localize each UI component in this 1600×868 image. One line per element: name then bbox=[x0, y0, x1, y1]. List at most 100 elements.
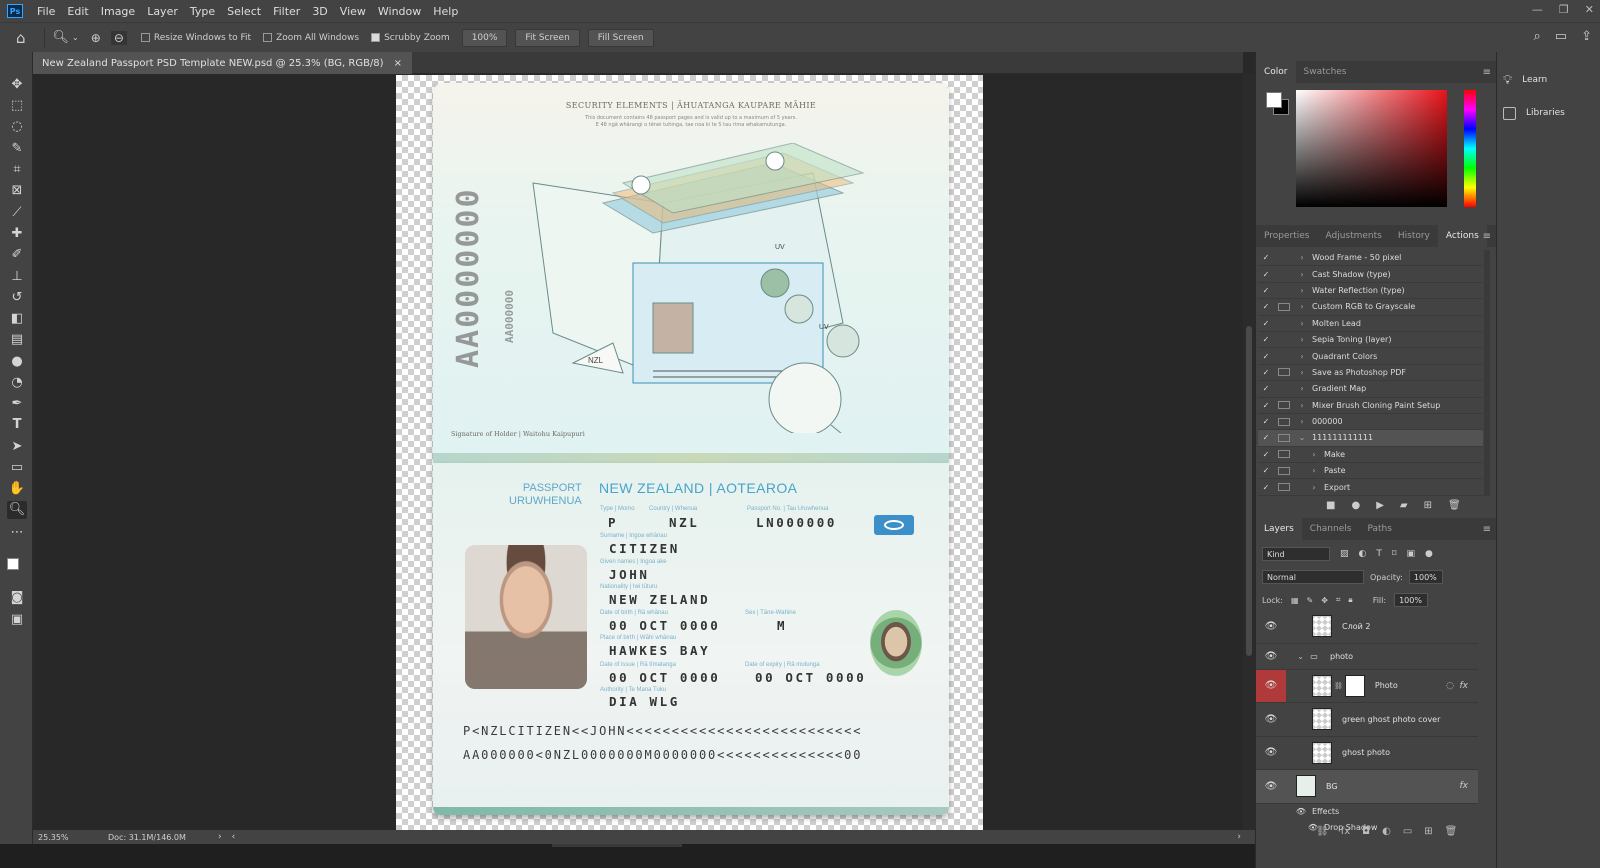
action-row[interactable]: ✓ › Custom RGB to Grayscale bbox=[1258, 299, 1483, 316]
menu-view[interactable]: View bbox=[334, 5, 372, 18]
fill-input[interactable]: 100% bbox=[1394, 593, 1429, 607]
chevron-right-icon[interactable]: › bbox=[1308, 466, 1320, 475]
minimize-icon[interactable]: — bbox=[1532, 3, 1543, 16]
eye-icon[interactable]: 👁︎ bbox=[1256, 644, 1286, 669]
menu-window[interactable]: Window bbox=[372, 5, 427, 18]
action-row[interactable]: ✓ › Save as Photoshop PDF bbox=[1258, 365, 1483, 382]
new-layer-icon[interactable]: ⊞ bbox=[1424, 826, 1432, 837]
chevron-right-icon[interactable]: › bbox=[1296, 270, 1308, 279]
lock-artboard-icon[interactable]: ⌗ bbox=[1336, 595, 1341, 605]
chevron-down-icon[interactable]: ⌄ bbox=[1296, 433, 1308, 442]
eyedropper-tool-icon[interactable]: ⟋ bbox=[7, 204, 27, 222]
fit-screen-button[interactable]: Fit Screen bbox=[515, 28, 580, 47]
eraser-tool-icon[interactable]: ◧ bbox=[7, 310, 27, 328]
restore-icon[interactable]: ❐ bbox=[1559, 3, 1569, 16]
action-row[interactable]: ✓ › Export bbox=[1258, 479, 1483, 496]
rectangle-tool-icon[interactable]: ▭ bbox=[7, 459, 27, 477]
play-icon[interactable]: ▶ bbox=[1376, 500, 1384, 511]
menu-select[interactable]: Select bbox=[221, 5, 267, 18]
check-icon[interactable]: ✓ bbox=[1258, 352, 1274, 361]
screen-mode-icon[interactable]: ▣ bbox=[7, 611, 27, 629]
check-icon[interactable]: ✓ bbox=[1258, 253, 1274, 262]
chevron-right-icon[interactable]: › bbox=[1296, 319, 1308, 328]
lock-position-icon[interactable]: ✥ bbox=[1321, 596, 1328, 605]
dialog-toggle-icon[interactable] bbox=[1278, 466, 1290, 475]
check-icon[interactable]: ✓ bbox=[1258, 319, 1274, 328]
check-icon[interactable]: ✓ bbox=[1258, 368, 1274, 377]
check-icon[interactable]: ✓ bbox=[1258, 417, 1274, 426]
pen-tool-icon[interactable]: ✒ bbox=[7, 395, 27, 413]
zoom-tool-preset-icon[interactable]: 🔍︎ bbox=[53, 30, 70, 45]
trash-icon[interactable]: 🗑︎ bbox=[1445, 826, 1458, 837]
quick-selection-tool-icon[interactable]: ✎ bbox=[7, 140, 27, 158]
zoom-out-icon[interactable]: ⊖ bbox=[110, 30, 127, 45]
eye-icon[interactable]: 👁︎ bbox=[1256, 669, 1286, 702]
hue-slider[interactable] bbox=[1464, 90, 1476, 207]
action-row[interactable]: ✓ › Sepia Toning (layer) bbox=[1258, 332, 1483, 349]
eye-icon[interactable]: 👁︎ bbox=[1256, 610, 1286, 643]
eye-icon[interactable]: 👁︎ bbox=[1256, 807, 1306, 816]
resize-windows-checkbox[interactable]: Resize Windows to Fit bbox=[140, 33, 251, 43]
zoom-in-icon[interactable]: ⊕ bbox=[91, 31, 101, 45]
learn-button[interactable]: 💡︎ Learn bbox=[1503, 67, 1595, 93]
fx-icon[interactable]: fx bbox=[1341, 826, 1350, 837]
action-row[interactable]: ✓ › Make bbox=[1258, 447, 1483, 464]
gradient-tool-icon[interactable]: ▤ bbox=[7, 331, 27, 349]
dialog-toggle-icon[interactable] bbox=[1278, 336, 1290, 344]
chevron-down-icon[interactable]: ⌄ bbox=[1286, 652, 1304, 661]
layer-row[interactable]: 👁︎ ⛓ Photo ◌ fx bbox=[1256, 669, 1478, 703]
check-icon[interactable]: ✓ bbox=[1258, 335, 1274, 344]
frame-tool-icon[interactable]: ⊠ bbox=[7, 182, 27, 200]
tab-channels[interactable]: Channels bbox=[1302, 518, 1360, 540]
lock-all-icon[interactable]: 🔒︎ bbox=[1348, 595, 1352, 605]
horizontal-scrollbar-thumb[interactable] bbox=[552, 844, 682, 847]
filter-shape-icon[interactable]: ⌑ bbox=[1392, 549, 1397, 559]
action-row[interactable]: ✓ › Wood Frame - 50 pixel bbox=[1258, 250, 1483, 267]
menu-type[interactable]: Type bbox=[184, 5, 221, 18]
color-field[interactable] bbox=[1296, 90, 1447, 207]
action-row[interactable]: ✓ › Quadrant Colors bbox=[1258, 348, 1483, 365]
action-row[interactable]: ✓ › Gradient Map bbox=[1258, 381, 1483, 398]
layer-row[interactable]: 👁︎ green ghost photo cover bbox=[1256, 703, 1478, 737]
clone-stamp-tool-icon[interactable]: ⊥ bbox=[7, 268, 27, 286]
photoshop-logo-icon[interactable]: Ps bbox=[7, 4, 23, 18]
lasso-tool-icon[interactable]: ◌ bbox=[7, 118, 27, 136]
tab-paths[interactable]: Paths bbox=[1359, 518, 1399, 540]
stop-icon[interactable]: ■ bbox=[1326, 500, 1335, 511]
dialog-toggle-icon[interactable] bbox=[1278, 368, 1290, 377]
document-canvas[interactable]: SECURITY ELEMENTS | ĀHUATANGA KAUPARE MĀ… bbox=[396, 75, 983, 830]
check-icon[interactable]: ✓ bbox=[1258, 433, 1274, 442]
tab-adjustments[interactable]: Adjustments bbox=[1317, 225, 1389, 247]
chevron-right-icon[interactable]: › bbox=[1296, 286, 1308, 295]
tab-color[interactable]: Color bbox=[1256, 61, 1296, 83]
add-mask-icon[interactable]: ◘ bbox=[1362, 826, 1370, 837]
dialog-toggle-icon[interactable] bbox=[1278, 401, 1290, 410]
scroll-left-icon[interactable]: ‹ bbox=[232, 832, 236, 842]
panel-menu-icon[interactable]: ≡ bbox=[1483, 524, 1491, 535]
share-icon[interactable]: ⇪ bbox=[1581, 29, 1592, 44]
dialog-toggle-icon[interactable] bbox=[1278, 319, 1290, 327]
new-group-icon[interactable]: ▭ bbox=[1403, 826, 1412, 837]
lock-transparent-icon[interactable]: ▦ bbox=[1291, 596, 1299, 605]
layer-group-row[interactable]: 👁︎ ⌄ ▭ photo bbox=[1256, 644, 1478, 670]
scrollbar-thumb[interactable] bbox=[1246, 326, 1252, 656]
path-selection-tool-icon[interactable]: ➤ bbox=[7, 438, 27, 456]
new-action-icon[interactable]: ⊞ bbox=[1424, 500, 1432, 511]
more-tools-icon[interactable]: ⋯ bbox=[7, 524, 27, 542]
action-row[interactable]: ✓ › 000000 bbox=[1258, 414, 1483, 431]
eye-icon[interactable]: 👁︎ bbox=[1256, 770, 1286, 803]
layer-row-selected[interactable]: 👁︎ BG fx bbox=[1256, 770, 1478, 804]
menu-help[interactable]: Help bbox=[427, 5, 464, 18]
link-layers-icon[interactable]: ⛓ bbox=[1316, 826, 1329, 837]
layer-row[interactable]: 👁︎ Слой 2 bbox=[1256, 610, 1478, 644]
search-icon[interactable]: ⌕ bbox=[1534, 29, 1541, 44]
vertical-scrollbar[interactable] bbox=[1243, 74, 1255, 830]
chevron-right-icon[interactable]: › bbox=[1308, 483, 1320, 492]
folder-icon[interactable]: ▰ bbox=[1400, 500, 1408, 511]
trash-icon[interactable]: 🗑︎ bbox=[1448, 500, 1461, 511]
crop-tool-icon[interactable]: ⌗ bbox=[7, 161, 27, 179]
dialog-toggle-icon[interactable] bbox=[1278, 385, 1290, 393]
chevron-right-icon[interactable]: › bbox=[1296, 401, 1308, 410]
foreground-swatch[interactable] bbox=[1266, 92, 1282, 108]
link-icon[interactable]: ⛓ bbox=[1334, 682, 1343, 690]
